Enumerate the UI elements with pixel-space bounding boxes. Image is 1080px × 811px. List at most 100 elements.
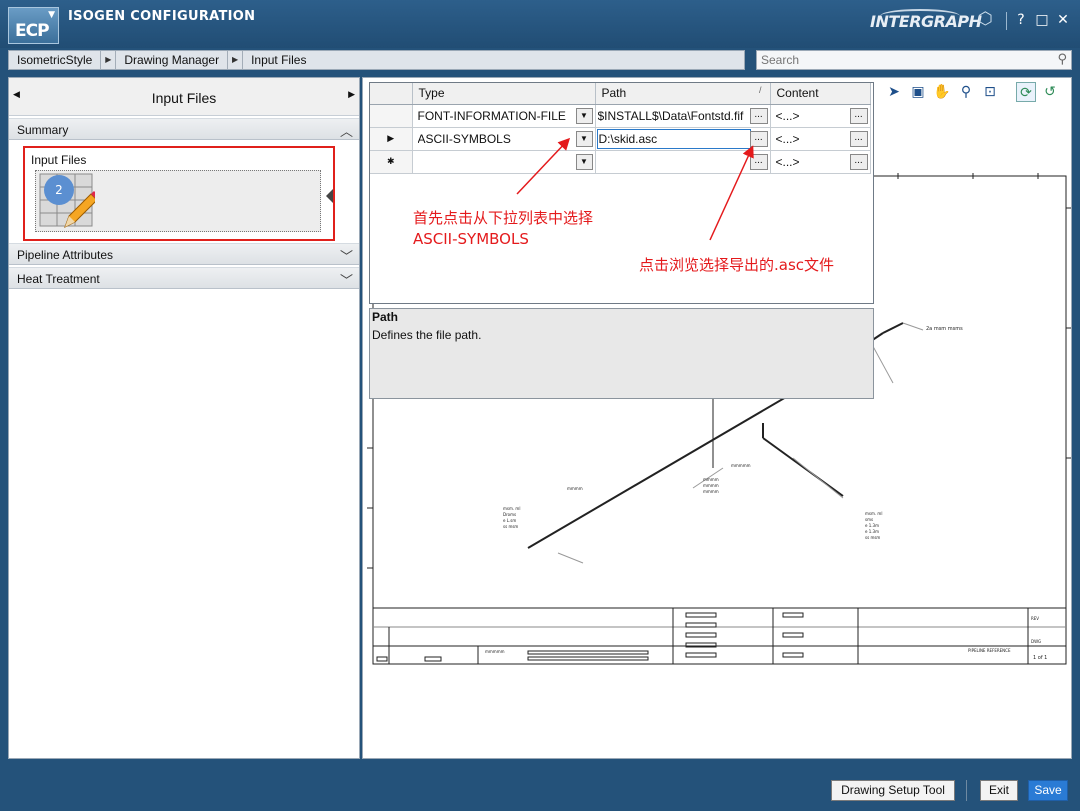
zoom-window-icon[interactable]: ⊡ xyxy=(980,82,1000,102)
button-divider xyxy=(966,780,967,801)
table-row-new[interactable]: ✱ ▼ ... <...> ... xyxy=(370,150,871,174)
breadcrumb-separator-icon[interactable]: ▶ xyxy=(227,51,244,69)
breadcrumb-item-input-files[interactable]: Input Files xyxy=(243,53,314,67)
help-button[interactable]: ? xyxy=(1013,12,1029,28)
dropdown-arrow-icon[interactable]: ▼ xyxy=(575,153,593,170)
sort-indicator-icon: / xyxy=(758,85,762,95)
svg-text:mmmmm: mmmmm xyxy=(731,463,751,468)
chevron-up-icon: ︿ xyxy=(339,124,353,139)
content-cell[interactable]: <...> ... xyxy=(770,104,871,128)
search-icon[interactable]: ⚲ xyxy=(1057,52,1067,67)
collapse-arrow-icon[interactable] xyxy=(326,189,333,203)
svg-text:msm. ml: msm. ml xyxy=(503,506,520,511)
row-marker[interactable] xyxy=(370,104,413,128)
chevron-down-icon: ﹀ xyxy=(339,249,353,264)
search-box: ⚲ xyxy=(756,50,1072,70)
breadcrumb-separator-icon[interactable]: ▶ xyxy=(100,51,117,69)
content-value: <...> xyxy=(775,154,800,169)
breadcrumb-item-isometricstyle[interactable]: IsometricStyle xyxy=(9,53,100,67)
row-marker[interactable]: ▶ xyxy=(370,127,413,151)
browse-button[interactable]: ... xyxy=(749,130,768,147)
maximize-button[interactable]: □ xyxy=(1034,12,1050,28)
zoom-icon[interactable]: ⚲ xyxy=(956,82,976,102)
column-header-path[interactable]: Path / xyxy=(595,83,771,105)
new-row-marker[interactable]: ✱ xyxy=(370,150,413,174)
undo-icon[interactable]: ↺ xyxy=(1040,82,1060,102)
dropdown-arrow-icon[interactable]: ▼ xyxy=(575,107,593,124)
content-value: <...> xyxy=(775,108,800,123)
annotation-step-1-line-2: ASCII-SYMBOLS xyxy=(413,230,529,248)
svg-text:DWG: DWG xyxy=(1031,639,1041,644)
type-cell[interactable]: ▼ xyxy=(412,150,596,174)
title-divider xyxy=(1006,12,1007,30)
section-pipeline-attributes[interactable]: Pipeline Attributes ﹀ xyxy=(9,243,359,265)
search-input[interactable] xyxy=(757,51,1037,69)
type-cell[interactable]: FONT-INFORMATION-FILE ▼ xyxy=(412,104,596,128)
annotation-step-2: 点击浏览选择导出的.asc文件 xyxy=(639,256,835,274)
table-row[interactable]: FONT-INFORMATION-FILE ▼ $INSTALL$\Data\F… xyxy=(370,104,871,128)
column-header-content[interactable]: Content xyxy=(770,83,871,105)
svg-text:ss msm: ss msm xyxy=(865,535,880,540)
breadcrumb: IsometricStyle ▶ Drawing Manager ▶ Input… xyxy=(8,50,745,70)
section-heat-treatment[interactable]: Heat Treatment ﹀ xyxy=(9,267,359,289)
content-browse-button[interactable]: ... xyxy=(849,153,868,170)
panel-header: ◀ Input Files ▶ xyxy=(9,78,359,116)
exit-button[interactable]: Exit xyxy=(980,780,1018,801)
path-cell[interactable]: D:\skid.asc ... xyxy=(595,127,771,151)
svg-text:mmmmm: mmmmm xyxy=(485,649,505,654)
file-count-badge: 2 xyxy=(44,175,74,205)
svg-text:Droms: Droms xyxy=(503,512,516,517)
svg-text:mmmm: mmmm xyxy=(567,486,583,491)
svg-text:msm. ml: msm. ml xyxy=(865,511,882,516)
summary-highlight: Input Files 2 xyxy=(23,146,335,241)
pan-hand-icon[interactable]: ✋ xyxy=(932,82,952,102)
content-browse-button[interactable]: ... xyxy=(849,130,868,147)
svg-text:mmmm: mmmm xyxy=(703,477,719,482)
section-label: Heat Treatment xyxy=(17,272,100,286)
browse-button[interactable]: ... xyxy=(749,107,768,124)
row-header-corner xyxy=(370,83,413,105)
content-value: <...> xyxy=(775,131,800,146)
brand-logo: INTERGRAPH xyxy=(870,12,982,31)
browse-button[interactable]: ... xyxy=(749,153,768,170)
refresh-icon[interactable]: ⟳ xyxy=(1016,82,1036,102)
app-menu-arrow-icon: ▼ xyxy=(48,10,55,20)
preview-toolbar: ➤ ▣ ✋ ⚲ ⊡ ⟳ ↺ xyxy=(882,80,1068,104)
type-cell[interactable]: ASCII-SYMBOLS ▼ xyxy=(412,127,596,151)
svg-text:sms: sms xyxy=(865,517,873,522)
content-cell[interactable]: <...> ... xyxy=(770,150,871,174)
path-cell[interactable]: ... xyxy=(595,150,771,174)
save-button[interactable]: Save xyxy=(1028,780,1068,801)
close-button[interactable]: ✕ xyxy=(1055,12,1071,28)
section-summary[interactable]: Summary ︿ xyxy=(9,118,359,140)
svg-text:REV: REV xyxy=(1031,616,1039,621)
svg-text:2a msm msms: 2a msm msms xyxy=(926,326,963,332)
drawing-setup-tool-button[interactable]: Drawing Setup Tool xyxy=(831,780,955,801)
breadcrumb-item-drawing-manager[interactable]: Drawing Manager xyxy=(116,53,227,67)
help-description: Defines the file path. xyxy=(372,328,482,342)
app-logo[interactable]: ECP ▼ xyxy=(8,7,59,44)
content-browse-button[interactable]: ... xyxy=(849,107,868,124)
app-logo-text: ECP xyxy=(15,21,50,41)
svg-text:mmmm: mmmm xyxy=(703,483,719,488)
path-value: $INSTALL$\Data\Fontstd.fif xyxy=(597,108,744,123)
table-row[interactable]: ▶ ASCII-SYMBOLS ▼ D:\skid.asc ... <...> … xyxy=(370,127,871,151)
column-header-type[interactable]: Type xyxy=(412,83,596,105)
dropdown-arrow-icon[interactable]: ▼ xyxy=(575,130,593,147)
input-files-table: Type Path / Content FONT-INFORMATION-FIL… xyxy=(370,83,871,174)
fit-view-icon[interactable]: ▣ xyxy=(908,82,928,102)
summary-tile-label: Input Files xyxy=(31,153,87,167)
next-arrow-icon[interactable]: ▶ xyxy=(348,90,355,100)
property-help-panel: Path Defines the file path. xyxy=(369,308,874,399)
help-title: Path xyxy=(372,310,399,324)
select-pointer-icon[interactable]: ➤ xyxy=(884,82,904,102)
app-title: ISOGEN CONFIGURATION xyxy=(68,9,256,24)
table-header-row: Type Path / Content xyxy=(370,83,871,105)
annotation-step-1: 首先点击从下拉列表中选择 ASCII-SYMBOLS xyxy=(413,208,593,250)
svg-text:e 1.3m: e 1.3m xyxy=(865,523,879,528)
content-cell[interactable]: <...> ... xyxy=(770,127,871,151)
input-files-tile[interactable]: 2 xyxy=(35,170,321,232)
path-cell[interactable]: $INSTALL$\Data\Fontstd.fif ... xyxy=(595,104,771,128)
svg-text:mmmm: mmmm xyxy=(703,489,719,494)
type-value: FONT-INFORMATION-FILE xyxy=(417,108,566,123)
